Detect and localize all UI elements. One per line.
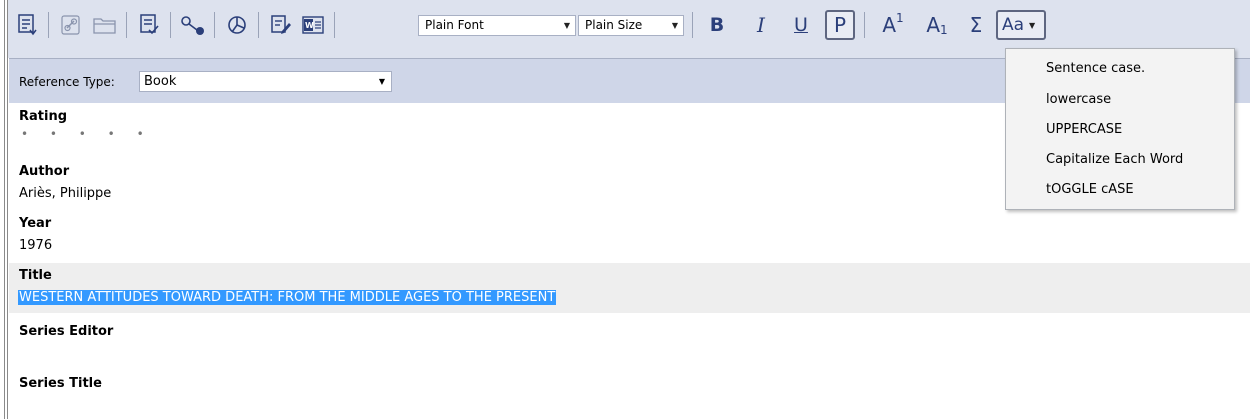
font-select[interactable]: Plain Font ▼ [418, 15, 576, 36]
bold-button[interactable]: B [702, 10, 732, 40]
toolbar-separator [258, 12, 259, 38]
title-selected-text[interactable]: WESTERN ATTITUDES TOWARD DEATH: FROM THE… [18, 290, 557, 305]
italic-button[interactable]: I [746, 10, 776, 40]
title-label: Title [19, 268, 52, 283]
subscript-label: A [926, 13, 941, 37]
year-label: Year [19, 216, 52, 231]
author-label: Author [19, 164, 70, 179]
toolbar-separator [864, 12, 865, 38]
italic-label: I [757, 13, 765, 37]
toolbar-separator [48, 12, 49, 38]
underline-button[interactable]: U [786, 10, 816, 40]
subscript-mark: 1 [940, 23, 948, 37]
word-icon[interactable]: W [298, 10, 328, 40]
rating-label: Rating [19, 109, 68, 124]
toolbar-separator [214, 12, 215, 38]
size-select-value: Plain Size [585, 18, 643, 32]
title-field-highlight [9, 263, 1250, 313]
series-editor-label: Series Editor [19, 324, 114, 339]
toolbar-separator [692, 12, 693, 38]
chevron-down-icon: ▼ [378, 77, 386, 86]
plain-button[interactable]: P [825, 10, 855, 40]
author-field[interactable]: Ariès, Philippe [19, 186, 111, 201]
superscript-label: A [882, 13, 897, 37]
reference-type-label: Reference Type: [19, 75, 115, 89]
font-select-value: Plain Font [425, 18, 484, 32]
menu-item-lowercase[interactable]: lowercase [1046, 92, 1111, 107]
change-case-label: Aa [1002, 15, 1025, 35]
menu-item-uppercase[interactable]: UPPERCASE [1046, 122, 1122, 137]
change-case-button[interactable]: Aa ▼ [996, 10, 1046, 40]
menu-item-capitalize-each-word[interactable]: Capitalize Each Word [1046, 152, 1183, 167]
rating-stars[interactable]: • • • • • [21, 127, 153, 141]
underline-label: U [794, 14, 808, 36]
window-left-border [0, 0, 8, 419]
edit-reference-icon[interactable] [266, 10, 296, 40]
title-field[interactable]: WESTERN ATTITUDES TOWARD DEATH: FROM THE… [18, 290, 557, 305]
menu-item-toggle-case[interactable]: tOGGLE cASE [1046, 182, 1134, 197]
svg-text:W: W [305, 21, 314, 30]
insert-citation-icon[interactable] [12, 10, 42, 40]
chart-icon[interactable] [222, 10, 252, 40]
reference-type-value: Book [144, 74, 177, 89]
chevron-down-icon: ▼ [563, 21, 571, 30]
chevron-down-icon: ▼ [671, 21, 679, 30]
toolbar-row: W Plain Font ▼ Plain Size ▼ B I U P A 1 … [8, 10, 1108, 40]
size-select[interactable]: Plain Size ▼ [578, 15, 684, 36]
symbol-label: Σ [969, 13, 983, 37]
toolbar-separator [126, 12, 127, 38]
find-full-text-icon[interactable] [178, 10, 208, 40]
toolbar-separator [170, 12, 171, 38]
symbol-button[interactable]: Σ [962, 10, 990, 40]
superscript-button[interactable]: A1 [874, 10, 912, 40]
bold-label: B [709, 14, 725, 36]
subscript-button[interactable]: A1 [920, 10, 954, 40]
change-case-menu: Sentence case. lowercase UPPERCASE Capit… [1005, 48, 1235, 210]
format-bibliography-icon[interactable] [134, 10, 164, 40]
chevron-down-icon: ▼ [1029, 20, 1036, 30]
reference-type-select[interactable]: Book ▼ [139, 71, 392, 92]
toolbar-separator [334, 12, 335, 38]
plain-label: P [833, 13, 847, 37]
year-field[interactable]: 1976 [19, 238, 52, 253]
superscript-mark: 1 [896, 11, 904, 25]
menu-item-sentence-case[interactable]: Sentence case. [1046, 61, 1145, 76]
folder-icon[interactable] [90, 10, 120, 40]
link-icon[interactable] [56, 10, 86, 40]
series-title-label: Series Title [19, 376, 102, 391]
